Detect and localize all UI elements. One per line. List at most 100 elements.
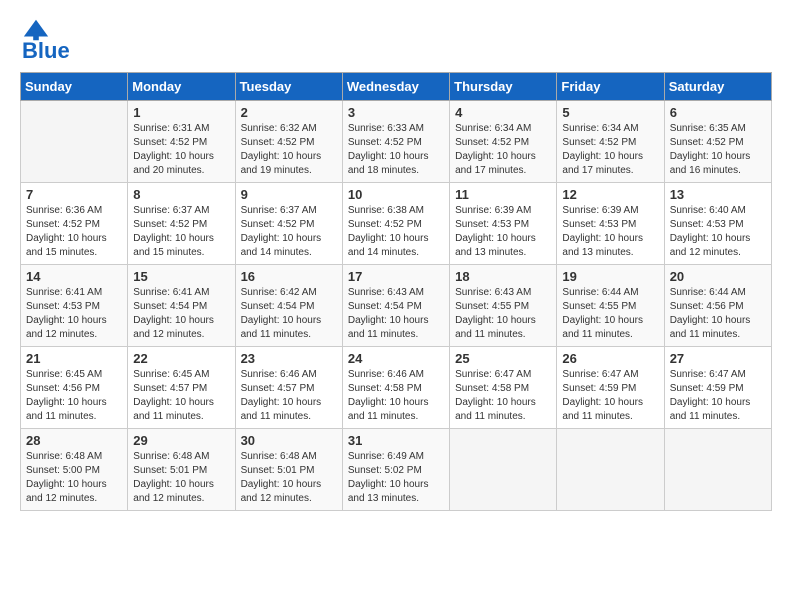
day-number: 15 xyxy=(133,269,229,284)
day-info: Sunrise: 6:42 AMSunset: 4:54 PMDaylight:… xyxy=(241,286,337,342)
day-number: 14 xyxy=(26,269,122,284)
day-info: Sunrise: 6:34 AMSunset: 4:52 PMDaylight:… xyxy=(562,122,658,178)
calendar-cell: 25 Sunrise: 6:47 AMSunset: 4:58 PMDayligh… xyxy=(450,347,557,429)
header-row: SundayMondayTuesdayWednesdayThursdayFrid… xyxy=(21,73,772,101)
header-day-saturday: Saturday xyxy=(664,73,771,101)
calendar-cell: 3 Sunrise: 6:33 AMSunset: 4:52 PMDaylight… xyxy=(342,101,449,183)
calendar-cell: 31 Sunrise: 6:49 AMSunset: 5:02 PMDayligh… xyxy=(342,429,449,511)
day-info: Sunrise: 6:46 AMSunset: 4:58 PMDaylight:… xyxy=(348,368,444,424)
calendar-cell: 24 Sunrise: 6:46 AMSunset: 4:58 PMDayligh… xyxy=(342,347,449,429)
day-number: 6 xyxy=(670,105,766,120)
calendar-cell: 17 Sunrise: 6:43 AMSunset: 4:54 PMDayligh… xyxy=(342,265,449,347)
calendar-cell: 27 Sunrise: 6:47 AMSunset: 4:59 PMDayligh… xyxy=(664,347,771,429)
day-number: 28 xyxy=(26,433,122,448)
calendar-cell: 8Sunrise: 6:37 AMSunset: 4:52 PMDaylight… xyxy=(128,183,235,265)
day-info: Sunrise: 6:43 AMSunset: 4:55 PMDaylight:… xyxy=(455,286,551,342)
day-info: Sunrise: 6:38 AMSunset: 4:52 PMDaylight:… xyxy=(348,204,444,260)
day-number: 18 xyxy=(455,269,551,284)
day-number: 24 xyxy=(348,351,444,366)
day-number: 30 xyxy=(241,433,337,448)
day-info: Sunrise: 6:32 AMSunset: 4:52 PMDaylight:… xyxy=(241,122,337,178)
calendar-cell: 5 Sunrise: 6:34 AMSunset: 4:52 PMDaylight… xyxy=(557,101,664,183)
day-info: Sunrise: 6:33 AMSunset: 4:52 PMDaylight:… xyxy=(348,122,444,178)
day-info: Sunrise: 6:41 AMSunset: 4:54 PMDaylight:… xyxy=(133,286,229,342)
calendar-cell: 2Sunrise: 6:32 AMSunset: 4:52 PMDaylight… xyxy=(235,101,342,183)
week-row-1: 7 Sunrise: 6:36 AMSunset: 4:52 PMDaylight… xyxy=(21,183,772,265)
header-day-wednesday: Wednesday xyxy=(342,73,449,101)
day-info: Sunrise: 6:46 AMSunset: 4:57 PMDaylight:… xyxy=(241,368,337,424)
day-number: 29 xyxy=(133,433,229,448)
calendar-cell: 18 Sunrise: 6:43 AMSunset: 4:55 PMDayligh… xyxy=(450,265,557,347)
logo-blue-text: Blue xyxy=(22,38,70,64)
day-number: 31 xyxy=(348,433,444,448)
day-number: 4 xyxy=(455,105,551,120)
week-row-2: 14 Sunrise: 6:41 AMSunset: 4:53 PMDayligh… xyxy=(21,265,772,347)
calendar-table: SundayMondayTuesdayWednesdayThursdayFrid… xyxy=(20,72,772,511)
day-number: 11 xyxy=(455,187,551,202)
day-number: 26 xyxy=(562,351,658,366)
day-number: 13 xyxy=(670,187,766,202)
calendar-cell: 15 Sunrise: 6:41 AMSunset: 4:54 PMDayligh… xyxy=(128,265,235,347)
day-info: Sunrise: 6:45 AMSunset: 4:56 PMDaylight:… xyxy=(26,368,122,424)
calendar-cell: 14 Sunrise: 6:41 AMSunset: 4:53 PMDayligh… xyxy=(21,265,128,347)
day-info: Sunrise: 6:40 AMSunset: 4:53 PMDaylight:… xyxy=(670,204,766,260)
day-info: Sunrise: 6:47 AMSunset: 4:58 PMDaylight:… xyxy=(455,368,551,424)
day-number: 23 xyxy=(241,351,337,366)
header-day-tuesday: Tuesday xyxy=(235,73,342,101)
day-info: Sunrise: 6:45 AMSunset: 4:57 PMDaylight:… xyxy=(133,368,229,424)
day-number: 16 xyxy=(241,269,337,284)
logo: Blue xyxy=(20,16,70,64)
header-day-friday: Friday xyxy=(557,73,664,101)
day-info: Sunrise: 6:35 AMSunset: 4:52 PMDaylight:… xyxy=(670,122,766,178)
calendar-cell: 4Sunrise: 6:34 AMSunset: 4:52 PMDaylight… xyxy=(450,101,557,183)
calendar-cell: 7 Sunrise: 6:36 AMSunset: 4:52 PMDaylight… xyxy=(21,183,128,265)
day-info: Sunrise: 6:48 AMSunset: 5:00 PMDaylight:… xyxy=(26,450,122,506)
calendar-cell: 16 Sunrise: 6:42 AMSunset: 4:54 PMDayligh… xyxy=(235,265,342,347)
calendar-cell: 6 Sunrise: 6:35 AMSunset: 4:52 PMDaylight… xyxy=(664,101,771,183)
calendar-cell xyxy=(21,101,128,183)
day-number: 21 xyxy=(26,351,122,366)
day-number: 5 xyxy=(562,105,658,120)
day-info: Sunrise: 6:47 AMSunset: 4:59 PMDaylight:… xyxy=(670,368,766,424)
calendar-cell xyxy=(450,429,557,511)
day-number: 9 xyxy=(241,187,337,202)
day-info: Sunrise: 6:44 AMSunset: 4:56 PMDaylight:… xyxy=(670,286,766,342)
day-info: Sunrise: 6:49 AMSunset: 5:02 PMDaylight:… xyxy=(348,450,444,506)
week-row-0: 1Sunrise: 6:31 AMSunset: 4:52 PMDaylight… xyxy=(21,101,772,183)
day-info: Sunrise: 6:47 AMSunset: 4:59 PMDaylight:… xyxy=(562,368,658,424)
calendar-cell: 28 Sunrise: 6:48 AMSunset: 5:00 PMDayligh… xyxy=(21,429,128,511)
day-number: 7 xyxy=(26,187,122,202)
calendar-cell: 10 Sunrise: 6:38 AMSunset: 4:52 PMDayligh… xyxy=(342,183,449,265)
day-number: 10 xyxy=(348,187,444,202)
day-number: 1 xyxy=(133,105,229,120)
calendar-cell: 20 Sunrise: 6:44 AMSunset: 4:56 PMDayligh… xyxy=(664,265,771,347)
day-info: Sunrise: 6:37 AMSunset: 4:52 PMDaylight:… xyxy=(133,204,229,260)
week-row-3: 21 Sunrise: 6:45 AMSunset: 4:56 PMDayligh… xyxy=(21,347,772,429)
calendar-cell: 26 Sunrise: 6:47 AMSunset: 4:59 PMDayligh… xyxy=(557,347,664,429)
day-number: 25 xyxy=(455,351,551,366)
header-day-sunday: Sunday xyxy=(21,73,128,101)
day-number: 12 xyxy=(562,187,658,202)
header-day-thursday: Thursday xyxy=(450,73,557,101)
day-number: 27 xyxy=(670,351,766,366)
day-info: Sunrise: 6:36 AMSunset: 4:52 PMDaylight:… xyxy=(26,204,122,260)
day-info: Sunrise: 6:39 AMSunset: 4:53 PMDaylight:… xyxy=(455,204,551,260)
day-info: Sunrise: 6:41 AMSunset: 4:53 PMDaylight:… xyxy=(26,286,122,342)
day-number: 17 xyxy=(348,269,444,284)
calendar-cell: 13 Sunrise: 6:40 AMSunset: 4:53 PMDayligh… xyxy=(664,183,771,265)
day-info: Sunrise: 6:48 AMSunset: 5:01 PMDaylight:… xyxy=(241,450,337,506)
calendar-cell: 12Sunrise: 6:39 AMSunset: 4:53 PMDayligh… xyxy=(557,183,664,265)
day-number: 3 xyxy=(348,105,444,120)
calendar-cell: 21 Sunrise: 6:45 AMSunset: 4:56 PMDayligh… xyxy=(21,347,128,429)
calendar-cell: 23 Sunrise: 6:46 AMSunset: 4:57 PMDayligh… xyxy=(235,347,342,429)
day-info: Sunrise: 6:37 AMSunset: 4:52 PMDaylight:… xyxy=(241,204,337,260)
calendar-header: SundayMondayTuesdayWednesdayThursdayFrid… xyxy=(21,73,772,101)
calendar-body: 1Sunrise: 6:31 AMSunset: 4:52 PMDaylight… xyxy=(21,101,772,511)
calendar-cell: 30 Sunrise: 6:48 AMSunset: 5:01 PMDayligh… xyxy=(235,429,342,511)
calendar-cell xyxy=(557,429,664,511)
week-row-4: 28 Sunrise: 6:48 AMSunset: 5:00 PMDayligh… xyxy=(21,429,772,511)
day-number: 20 xyxy=(670,269,766,284)
day-info: Sunrise: 6:43 AMSunset: 4:54 PMDaylight:… xyxy=(348,286,444,342)
calendar-cell: 11 Sunrise: 6:39 AMSunset: 4:53 PMDayligh… xyxy=(450,183,557,265)
header-day-monday: Monday xyxy=(128,73,235,101)
